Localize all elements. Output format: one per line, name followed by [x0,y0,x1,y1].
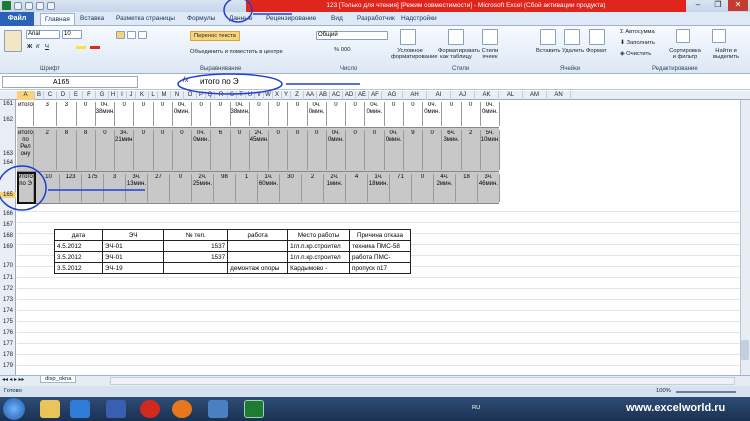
annotation-overlay [0,0,360,211]
annotation-circle-formula [177,73,283,95]
annotation-circle-cell [0,165,47,211]
annotation-circle-tab [223,0,253,23]
